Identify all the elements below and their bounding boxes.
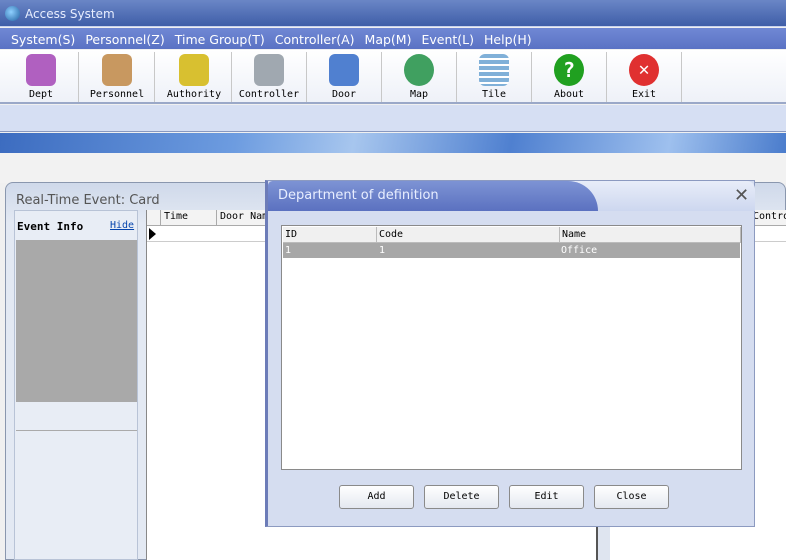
dialog-title: Department of definition: [268, 181, 598, 211]
toolbar-personnel-button[interactable]: Personnel: [80, 52, 155, 102]
sub-toolbar: [0, 105, 786, 132]
column-time[interactable]: Time: [161, 210, 217, 226]
add-button[interactable]: Add: [339, 485, 414, 509]
tile-icon: [479, 54, 509, 86]
menu-system[interactable]: System(S): [6, 28, 80, 49]
department-list: ID Code Name 1 1 Office: [281, 225, 742, 470]
toolbar: Dept Personnel Authority Controller Door…: [0, 50, 786, 104]
menu-help[interactable]: Help(H): [479, 28, 537, 49]
dept-icon: [26, 54, 56, 86]
door-icon: [329, 54, 359, 86]
table-row[interactable]: 1 1 Office: [283, 243, 740, 258]
toolbar-authority-button[interactable]: Authority: [157, 52, 232, 102]
toolbar-door-button[interactable]: Door: [307, 52, 382, 102]
event-info-box: Event Info Hide: [14, 210, 138, 560]
controller-icon: [254, 54, 284, 86]
close-icon[interactable]: ✕: [734, 185, 749, 206]
about-icon: ?: [554, 54, 584, 86]
column-controller[interactable]: Contro: [750, 210, 786, 226]
title-bar: Access System: [0, 0, 786, 27]
event-photo-area: [16, 240, 137, 402]
window-title: Access System: [25, 7, 115, 21]
personnel-icon: [102, 54, 132, 86]
menu-event[interactable]: Event(L): [416, 28, 479, 49]
hide-link[interactable]: Hide: [110, 220, 134, 231]
map-icon: [404, 54, 434, 86]
toolbar-map-button[interactable]: Map: [382, 52, 457, 102]
menu-time-group[interactable]: Time Group(T): [170, 28, 270, 49]
menu-bar: System(S) Personnel(Z) Time Group(T) Con…: [0, 28, 786, 49]
menu-map[interactable]: Map(M): [360, 28, 417, 49]
edit-button[interactable]: Edit: [509, 485, 584, 509]
toolbar-tile-button[interactable]: Tile: [457, 52, 532, 102]
app-globe-icon: [5, 6, 20, 21]
close-button[interactable]: Close: [594, 485, 669, 509]
splitter[interactable]: [596, 525, 610, 560]
menu-controller[interactable]: Controller(A): [270, 28, 360, 49]
toolbar-about-button[interactable]: ? About: [532, 52, 607, 102]
toolbar-exit-button[interactable]: ✕ Exit: [607, 52, 682, 102]
department-dialog: Department of definition ✕ ID Code Name …: [265, 180, 755, 527]
row-pointer-icon: [149, 228, 156, 240]
column-name[interactable]: Name: [560, 227, 741, 243]
panel-title: Real-Time Event: Card: [16, 193, 160, 208]
exit-icon: ✕: [629, 54, 659, 86]
event-info-label: Event Info: [17, 220, 84, 233]
banner: [0, 133, 786, 153]
menu-personnel[interactable]: Personnel(Z): [80, 28, 169, 49]
authority-icon: [179, 54, 209, 86]
column-id[interactable]: ID: [283, 227, 377, 243]
workspace-top: [0, 153, 786, 183]
toolbar-dept-button[interactable]: Dept: [4, 52, 79, 102]
column-code[interactable]: Code: [377, 227, 560, 243]
toolbar-controller-button[interactable]: Controller: [232, 52, 307, 102]
delete-button[interactable]: Delete: [424, 485, 499, 509]
divider: [16, 430, 137, 431]
